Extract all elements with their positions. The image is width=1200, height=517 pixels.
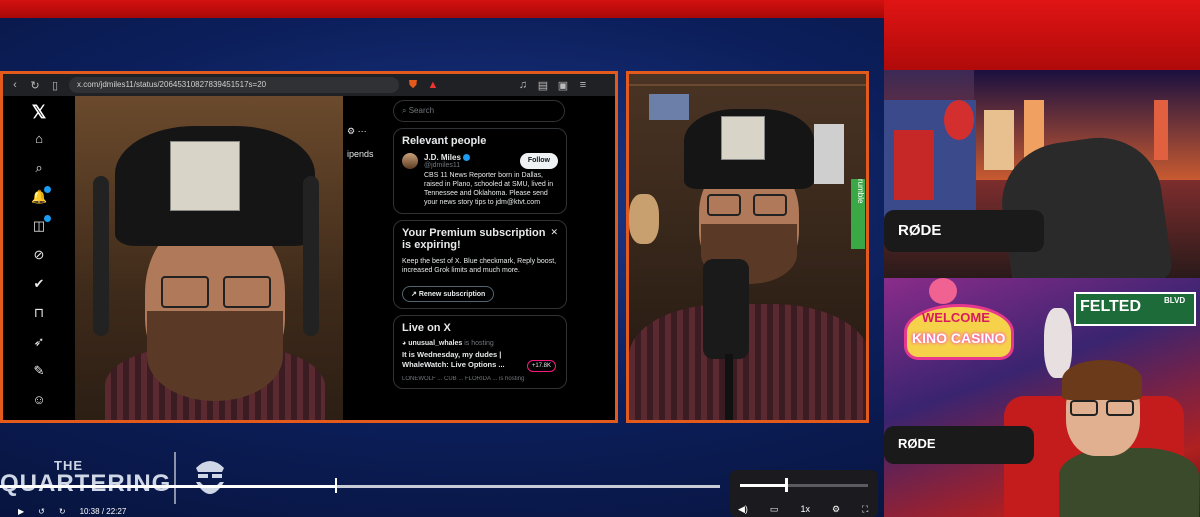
avatar[interactable]: [402, 153, 418, 169]
x-right-column: ⌕ Search Relevant people J.D. Miles @jdm…: [385, 100, 567, 420]
browser-capture: ‹ ↻ ▯ x.com/jdmiles11/status/20645310827…: [0, 71, 618, 423]
welcome-sign: WELCOME: [922, 310, 990, 325]
skip-back-icon[interactable]: ↺: [38, 507, 45, 516]
profile-icon[interactable]: ☺: [31, 392, 47, 410]
bearded-face-logo-icon: [196, 461, 224, 494]
kino-casino-sign: KINO CASINO: [912, 330, 1006, 346]
seek-handle[interactable]: [335, 478, 338, 493]
fullscreen-icon[interactable]: ⛶: [862, 504, 868, 515]
live-host-name[interactable]: unusual_whales: [408, 340, 462, 347]
gear-icon[interactable]: ⚙: [832, 504, 840, 515]
premium-body: Keep the best of X. Blue checkmark, Repl…: [402, 258, 557, 274]
bookmark-icon: ▯: [51, 79, 59, 92]
rode-mic-label: RØDE: [898, 222, 942, 239]
shield-icon: ⛊: [408, 78, 418, 91]
player-right-controls: ◀) ▭ 1x ⚙ ⛶: [738, 504, 868, 515]
guest-webcam-bottom: WELCOME KINO CASINO FELTED BLVD RØDE: [884, 278, 1200, 517]
brand-divider: [174, 452, 176, 504]
live-card: Live on X ◕ unusual_whales is hosting It…: [393, 315, 567, 389]
brand-name: QUARTERING: [0, 470, 172, 497]
live-footer: LONEWOLF ... CUB ... FLORIDA ... is host…: [402, 376, 525, 382]
x-sidebar: 𝕏 ⌂ ⌕ 🔔 ◫ ⊘ ✔ ⊓ ➶ ✎ ☺: [3, 96, 75, 420]
bell-icon[interactable]: 🔔: [31, 186, 51, 207]
premium-heading: Your Premium subscription is expiring!: [402, 227, 546, 251]
live-title[interactable]: It is Wednesday, my dudes | WhaleWatch: …: [402, 350, 510, 370]
person-bio: CBS 11 News Reporter born in Dallas, rai…: [424, 172, 554, 206]
felted-sign: FELTED: [1080, 298, 1142, 315]
follow-button[interactable]: Follow: [519, 153, 558, 169]
volume-icon[interactable]: ◀): [738, 504, 748, 515]
seek-progress: [0, 485, 337, 488]
right-red-band: [884, 0, 1200, 70]
sidebar-icon: ▤: [537, 79, 549, 92]
browser-toolbar: ‹ ↻ ▯ x.com/jdmiles11/status/20645310827…: [3, 74, 615, 96]
guest-webcam-top: RØDE: [884, 70, 1200, 278]
alert-icon: ▲: [427, 79, 439, 91]
volume-handle[interactable]: [784, 478, 788, 492]
rode-mic-label-2: RØDE: [898, 436, 936, 451]
player-controls: ▶ ↺ ↻ 10:38 / 22:27: [0, 506, 720, 517]
chat-icon[interactable]: ◫: [31, 215, 51, 236]
rocket-icon[interactable]: ➶: [31, 334, 47, 352]
arrow-icon: ↗: [411, 291, 419, 298]
live-heading: Live on X: [402, 322, 451, 334]
relevant-people-heading: Relevant people: [402, 135, 487, 147]
verified-badge-icon: [462, 154, 470, 162]
rumble-sign: rumble: [851, 179, 865, 249]
home-icon[interactable]: ⌂: [31, 131, 47, 149]
reload-icon: ↻: [30, 79, 40, 92]
bookmark-icon[interactable]: ⊓: [31, 305, 47, 323]
back-icon: ‹: [13, 79, 17, 91]
extension-icon: ♫: [518, 79, 528, 91]
grok-icon[interactable]: ⊘: [31, 247, 47, 265]
notification-badge: [44, 215, 51, 222]
time-display: 10:38 / 22:27: [79, 507, 127, 516]
felted-blvd-sign: BLVD: [1164, 296, 1186, 305]
host-webcam-main: rumble: [626, 71, 869, 423]
wallet-icon: ▣: [557, 79, 569, 92]
premium-card: ✕ Your Premium subscription is expiring!…: [393, 220, 567, 309]
stream-player[interactable]: ‹ ↻ ▯ x.com/jdmiles11/status/20645310827…: [0, 0, 1200, 517]
url-bar: x.com/jdmiles11/status/20645310827839451…: [69, 77, 399, 93]
renew-subscription-button[interactable]: ↗ Renew subscription: [402, 286, 495, 302]
verified-icon[interactable]: ✔: [31, 276, 47, 294]
live-listener-count: +17.8K: [526, 360, 556, 372]
menu-icon: ≡: [579, 79, 587, 91]
relevant-people-card: Relevant people J.D. Miles @jdmiles11 Fo…: [393, 128, 567, 214]
pip-icon[interactable]: ▭: [770, 504, 779, 515]
search-icon: ⌕: [402, 106, 409, 115]
edit-icon[interactable]: ✎: [31, 363, 47, 381]
skip-forward-icon[interactable]: ↻: [59, 507, 66, 516]
person-handle: @jdmiles11: [424, 162, 461, 169]
speed-button[interactable]: 1x: [800, 504, 810, 515]
notification-badge: [44, 186, 51, 193]
play-icon[interactable]: ▶: [18, 507, 24, 516]
feed-fragment: ⚙ ⋯ ipends: [343, 96, 379, 420]
volume-fill: [740, 484, 785, 487]
channel-brand: THE QUARTERING: [0, 456, 170, 506]
host-webcam-overlay: [75, 96, 343, 420]
x-logo-icon[interactable]: 𝕏: [31, 102, 47, 122]
close-icon[interactable]: ✕: [550, 227, 558, 238]
x-search-input[interactable]: ⌕ Search: [393, 100, 565, 122]
search-icon[interactable]: ⌕: [31, 160, 47, 178]
person-name[interactable]: J.D. Miles: [424, 153, 461, 162]
